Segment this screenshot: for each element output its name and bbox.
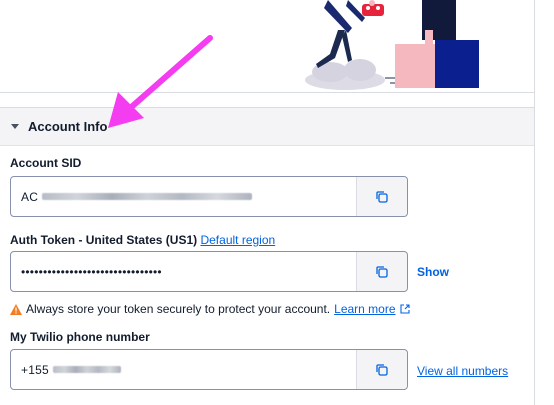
- copy-account-sid-button[interactable]: [356, 177, 407, 216]
- caret-down-icon: [11, 124, 19, 129]
- account-sid-label: Account SID: [10, 156, 82, 170]
- auth-token-field[interactable]: ••••••••••••••••••••••••••••••••: [10, 251, 408, 292]
- warning-icon: [10, 303, 22, 315]
- copy-phone-number-button[interactable]: [356, 350, 407, 389]
- hero-card: [0, 0, 535, 93]
- external-link-icon: [399, 304, 410, 314]
- copy-auth-token-button[interactable]: [356, 252, 407, 291]
- panel-border: [534, 92, 535, 405]
- redacted-value: [42, 193, 253, 200]
- warning-text: Always store your token securely to prot…: [26, 302, 331, 316]
- account-sid-value: AC: [11, 177, 356, 216]
- copy-icon: [376, 363, 388, 376]
- copy-icon: [376, 190, 388, 203]
- section-title: Account Info: [28, 119, 108, 134]
- auth-token-masked: ••••••••••••••••••••••••••••••••: [21, 264, 162, 279]
- auth-token-label: Auth Token - United States (US1) Default…: [10, 233, 276, 247]
- default-region-link[interactable]: Default region: [200, 233, 275, 247]
- phone-number-field[interactable]: +155: [10, 349, 408, 390]
- security-warning: Always store your token securely to prot…: [10, 302, 410, 316]
- onboarding-illustration: [305, 0, 479, 90]
- phone-number-value: +155: [11, 350, 356, 389]
- copy-icon: [376, 265, 388, 278]
- redacted-value: [52, 366, 121, 373]
- learn-more-link[interactable]: Learn more: [334, 302, 395, 316]
- show-token-button[interactable]: Show: [417, 265, 449, 279]
- account-info-header[interactable]: Account Info: [0, 107, 534, 146]
- view-all-numbers-link[interactable]: View all numbers: [417, 364, 508, 378]
- account-sid-field[interactable]: AC: [10, 176, 408, 217]
- phone-number-label: My Twilio phone number: [10, 330, 150, 344]
